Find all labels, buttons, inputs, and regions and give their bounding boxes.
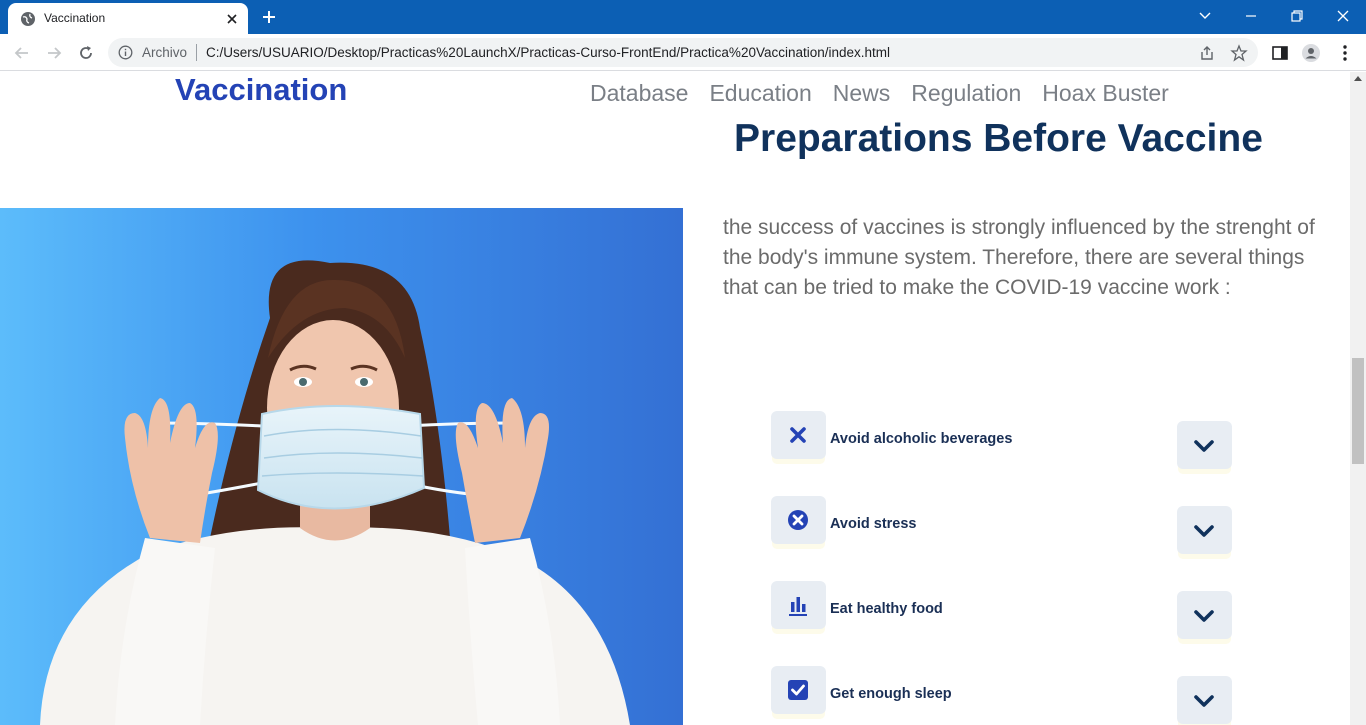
menu-dots-icon[interactable]: [1335, 43, 1355, 63]
browser-tab[interactable]: Vaccination: [8, 3, 248, 34]
list-item-avoid-stress: Avoid stress: [771, 496, 1233, 566]
list-item-enough-sleep: Get enough sleep: [771, 666, 1233, 725]
close-window-icon[interactable]: [1332, 6, 1354, 26]
side-panel-icon[interactable]: [1270, 43, 1290, 63]
forward-arrow-icon[interactable]: [44, 43, 64, 63]
item-icon-box: [771, 411, 826, 459]
bookmark-star-icon[interactable]: [1230, 44, 1248, 62]
vertical-scrollbar[interactable]: [1350, 72, 1366, 725]
list-item-avoid-alcohol: Avoid alcoholic beverages: [771, 411, 1233, 481]
share-icon[interactable]: [1198, 44, 1216, 62]
expand-toggle-button[interactable]: [1177, 676, 1232, 724]
item-icon-box: [771, 581, 826, 629]
nav-link-education[interactable]: Education: [709, 80, 811, 107]
scrollbar-thumb[interactable]: [1352, 358, 1364, 464]
woman-with-mask-image: [0, 208, 683, 725]
list-item-eat-healthy: Eat healthy food: [771, 581, 1233, 651]
item-label: Avoid alcoholic beverages: [830, 431, 1013, 447]
item-icon-box: [771, 496, 826, 544]
chevron-down-icon: [1194, 525, 1214, 537]
check-square-icon: [788, 680, 808, 700]
x-circle-icon: [788, 510, 808, 530]
item-label: Get enough sleep: [830, 686, 952, 702]
info-icon[interactable]: [118, 45, 133, 60]
page-viewport: Vaccination Database Education News Regu…: [0, 72, 1350, 725]
site-logo[interactable]: Vaccination: [175, 72, 347, 108]
tab-search-icon[interactable]: [1194, 6, 1216, 26]
item-icon-box: [771, 666, 826, 714]
reload-icon[interactable]: [76, 43, 96, 63]
globe-icon: [21, 12, 35, 26]
nav-link-news[interactable]: News: [833, 80, 891, 107]
scroll-up-arrow-icon[interactable]: [1354, 76, 1362, 81]
intro-paragraph: the success of vaccines is strongly infl…: [723, 216, 1315, 299]
profile-avatar-icon[interactable]: [1301, 43, 1321, 63]
section-title: Preparations Before Vaccine: [734, 117, 1263, 160]
back-arrow-icon[interactable]: [12, 43, 32, 63]
main-nav: Database Education News Regulation Hoax …: [590, 80, 1169, 107]
nav-link-regulation[interactable]: Regulation: [911, 80, 1021, 107]
tab-title: Vaccination: [44, 11, 106, 25]
item-label: Eat healthy food: [830, 601, 943, 617]
expand-toggle-button[interactable]: [1177, 421, 1232, 469]
scheme-label: Archivo: [142, 45, 188, 60]
x-mark-icon: [790, 427, 806, 443]
minimize-icon[interactable]: [1240, 6, 1262, 26]
browser-titlebar: Vaccination: [0, 0, 1366, 34]
restore-icon[interactable]: [1286, 6, 1308, 26]
nav-link-hoax-buster[interactable]: Hoax Buster: [1042, 80, 1169, 107]
item-label: Avoid stress: [830, 516, 917, 532]
expand-toggle-button[interactable]: [1177, 506, 1232, 554]
chevron-down-icon: [1194, 695, 1214, 707]
bar-chart-icon: [789, 597, 807, 616]
chevron-down-icon: [1194, 610, 1214, 622]
url-text[interactable]: C:/Users/USUARIO/Desktop/Practicas%20Lau…: [206, 45, 890, 60]
nav-link-database[interactable]: Database: [590, 80, 688, 107]
chevron-down-icon: [1194, 440, 1214, 452]
new-tab-icon[interactable]: [260, 8, 278, 26]
browser-toolbar: Archivo C:/Users/USUARIO/Desktop/Practic…: [0, 34, 1366, 71]
expand-toggle-button[interactable]: [1177, 591, 1232, 639]
close-tab-icon[interactable]: [224, 11, 240, 27]
address-separator: [196, 44, 197, 61]
address-bar[interactable]: Archivo C:/Users/USUARIO/Desktop/Practic…: [108, 38, 1258, 67]
